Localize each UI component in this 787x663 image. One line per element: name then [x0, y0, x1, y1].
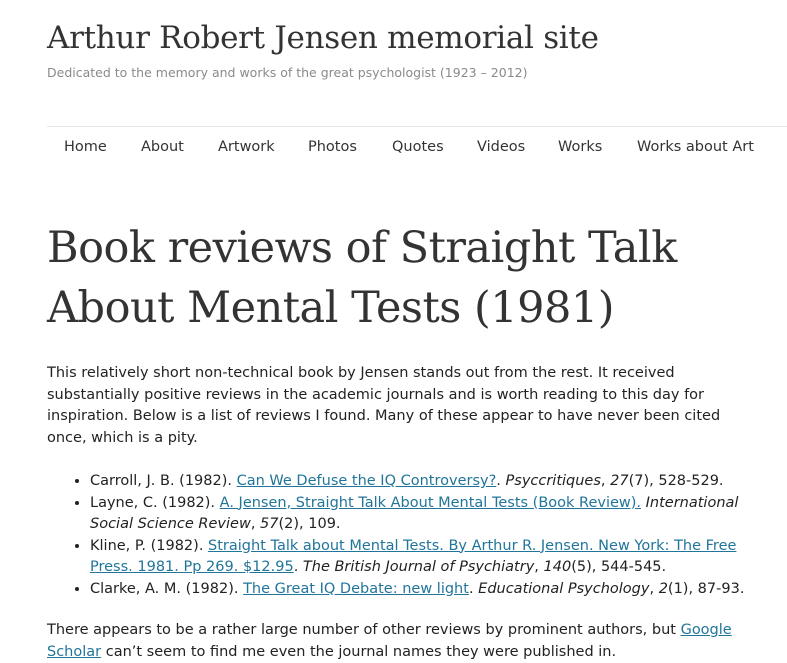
outro-text: There appears to be a rather large numbe… — [47, 622, 681, 638]
site-title[interactable]: Arthur Robert Jensen memorial site — [47, 20, 599, 56]
review-volume: 140 — [543, 559, 572, 575]
nav-home[interactable]: Home — [64, 139, 107, 155]
review-sep: , — [534, 559, 544, 575]
review-sep: , — [250, 516, 261, 532]
review-journal: Educational Psychology — [478, 580, 650, 597]
page-title: Book reviews of Straight Talk About Ment… — [47, 223, 677, 333]
list-item: Kline, P. (1982). Straight Talk about Me… — [90, 536, 747, 579]
review-author: Layne, C. (1982). — [90, 494, 220, 511]
review-punct: . — [496, 473, 506, 489]
outro-text-end: can’t seem to find me even the journal n… — [101, 643, 617, 660]
review-volume: 57 — [260, 516, 279, 532]
review-journal: The British Journal of Psychiatry — [302, 559, 535, 575]
list-item: Clarke, A. M. (1982). The Great IQ Debat… — [90, 579, 747, 601]
review-link[interactable]: The Great IQ Debate: new light — [243, 581, 469, 597]
intro-paragraph: This relatively short non-technical book… — [47, 365, 721, 446]
review-author: Kline, P. (1982). — [90, 537, 209, 554]
list-item: Layne, C. (1982). A. Jensen, Straight Ta… — [90, 493, 747, 536]
nav-about[interactable]: About — [141, 139, 184, 155]
site-header: Arthur Robert Jensen memorial site Dedic… — [47, 20, 599, 80]
review-sep: , — [600, 473, 611, 489]
outro-paragraph: There appears to be a rather large numbe… — [47, 620, 747, 663]
nav-works-about-art[interactable]: Works about Art — [637, 139, 754, 155]
reviews-list: Carroll, J. B. (1982). Can We Defuse the… — [47, 471, 747, 600]
nav-works[interactable]: Works — [558, 139, 602, 155]
nav-photos[interactable]: Photos — [308, 139, 357, 155]
review-punct: . — [468, 580, 479, 597]
review-link[interactable]: Can We Defuse the IQ Controversy? — [237, 473, 497, 489]
review-sep: , — [649, 580, 659, 597]
main-navigation: Home About Artwork Photos Quotes Videos … — [47, 126, 787, 169]
nav-videos[interactable]: Videos — [477, 139, 525, 155]
review-pages: (2), 109. — [278, 516, 341, 532]
review-link[interactable]: A. Jensen, Straight Talk About Mental Te… — [220, 495, 641, 511]
review-pages: (1), 87-93. — [667, 580, 745, 597]
nav-quotes[interactable]: Quotes — [392, 139, 444, 155]
review-punct: . — [293, 559, 303, 575]
review-journal: Psyccritiques — [505, 473, 601, 489]
nav-artwork[interactable]: Artwork — [218, 139, 275, 155]
review-author: Carroll, J. B. (1982). — [90, 473, 237, 489]
review-author: Clarke, A. M. (1982). — [90, 580, 244, 597]
review-pages: (5), 544-545. — [571, 559, 667, 575]
review-volume: 27 — [610, 473, 629, 489]
review-pages: (7), 528-529. — [628, 473, 724, 489]
review-volume: 2 — [658, 580, 668, 597]
list-item: Carroll, J. B. (1982). Can We Defuse the… — [90, 471, 747, 493]
site-description: Dedicated to the memory and works of the… — [47, 65, 528, 80]
entry-content: This relatively short non-technical book… — [47, 363, 747, 663]
